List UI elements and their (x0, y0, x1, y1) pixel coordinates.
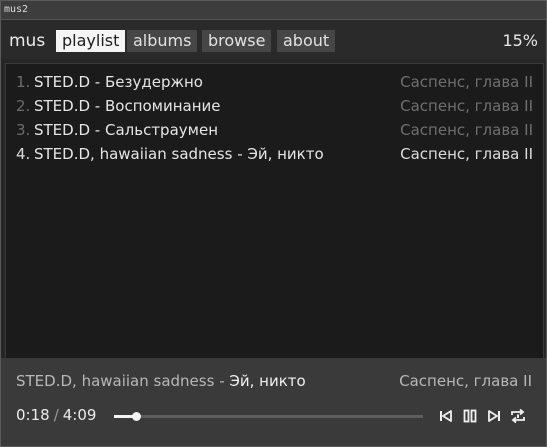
seek-bar[interactable] (114, 412, 423, 421)
repeat-icon[interactable] (509, 407, 527, 425)
now-playing: STED.D, hawaiian sadness - Эй, никто (16, 372, 306, 390)
track-album: Саспенс, глава II (400, 73, 533, 91)
window-titlebar[interactable]: mus2 (1, 1, 546, 20)
pause-icon[interactable] (461, 407, 479, 425)
playlist-panel: 1. STED.D - Безудержно Саспенс, глава II… (5, 63, 544, 359)
window-title: mus2 (4, 4, 29, 15)
skip-previous-icon[interactable] (437, 407, 455, 425)
total-duration: 4:09 (62, 406, 97, 424)
seek-bar-handle[interactable] (132, 412, 142, 421)
player-bar: STED.D, hawaiian sadness - Эй, никто Сас… (1, 358, 546, 446)
playlist-row[interactable]: 3. STED.D - Сальстраумен Саспенс, глава … (6, 119, 543, 141)
tab-albums[interactable]: albums (127, 30, 198, 52)
track-number: 3. (16, 121, 31, 139)
track-title: STED.D - Воспоминание (34, 97, 221, 115)
playlist-row-current[interactable]: 4. STED.D, hawaiian sadness - Эй, никто … (6, 143, 543, 165)
skip-next-icon[interactable] (485, 407, 503, 425)
time-display: 0:18/4:09 (16, 406, 96, 424)
volume-indicator[interactable]: 15% (502, 30, 538, 52)
track-number: 4. (16, 145, 31, 163)
now-playing-artist: STED.D, hawaiian sadness - (16, 372, 230, 390)
time-separator: / (53, 406, 59, 424)
top-nav: mus playlist albums browse about 15% (1, 20, 546, 59)
tab-about[interactable]: about (277, 30, 336, 52)
app-window: mus2 mus playlist albums browse about 15… (0, 0, 547, 447)
app-brand: mus (9, 31, 46, 51)
track-album: Саспенс, глава II (400, 145, 533, 163)
track-title: STED.D - Сальстраумен (34, 121, 218, 139)
tab-playlist[interactable]: playlist (56, 30, 126, 52)
track-number: 1. (16, 73, 31, 91)
track-album: Саспенс, глава II (400, 121, 533, 139)
track-number: 2. (16, 97, 31, 115)
playlist-row[interactable]: 1. STED.D - Безудержно Саспенс, глава II (6, 71, 543, 93)
track-album: Саспенс, глава II (400, 97, 533, 115)
elapsed-time: 0:18 (16, 406, 50, 424)
track-title: STED.D - Безудержно (34, 73, 203, 91)
track-title: STED.D, hawaiian sadness - Эй, никто (34, 145, 324, 163)
playlist-row[interactable]: 2. STED.D - Воспоминание Саспенс, глава … (6, 95, 543, 117)
tab-browse[interactable]: browse (202, 30, 272, 52)
now-playing-album: Саспенс, глава II (399, 372, 532, 390)
now-playing-song: Эй, никто (229, 372, 306, 390)
